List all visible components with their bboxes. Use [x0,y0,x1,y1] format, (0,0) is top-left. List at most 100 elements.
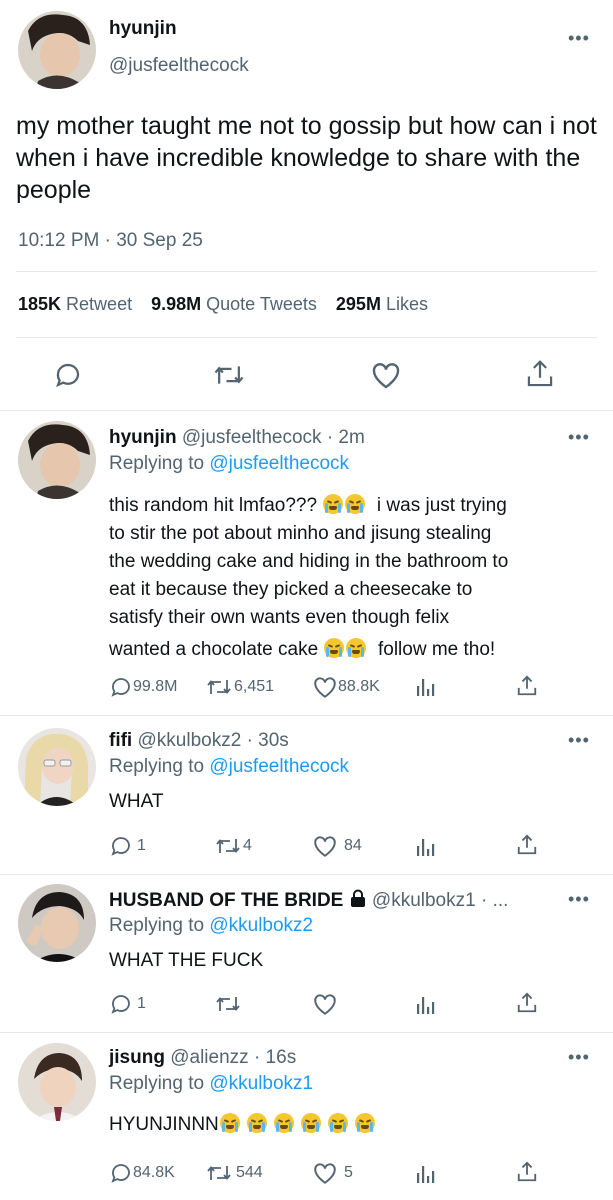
loudly-crying-face-icon [246,1113,267,1133]
heart-icon [314,836,336,857]
divider [16,337,597,338]
retweet-count: 544 [236,1164,263,1181]
replying-to-link[interactable]: @kkulbokz1 [209,1073,313,1094]
handle[interactable]: @alienzz [170,1047,248,1068]
handle[interactable]: @kkulbokz2 [138,730,242,751]
text-segment: wanted a chocolate cake [109,639,319,660]
replying-to-link[interactable]: @jusfeelthecock [209,453,349,474]
loudly-crying-face-icon [300,1113,321,1133]
more-icon[interactable]: ••• [568,731,590,749]
loudly-crying-face-icon [323,494,344,514]
reply-button[interactable]: 1 [109,992,146,1016]
avatar[interactable] [18,884,96,962]
avatar[interactable] [18,1043,96,1121]
display-name[interactable]: jisung [109,1047,165,1068]
text-segment: this random hit lmfao??? [109,495,318,516]
text-line: satisfy their own wants even though feli… [109,607,450,628]
likes-stat[interactable]: 295M Likes [336,294,428,314]
like-button[interactable]: 84 [312,834,362,858]
text-segment: HYUNJINNN [109,1114,219,1135]
like-button[interactable] [312,992,338,1016]
replying-label: Replying to [109,915,205,936]
retweet-button[interactable]: 6,451 [206,675,274,699]
share-icon[interactable] [525,358,555,390]
analytics-icon[interactable] [414,676,436,698]
reply-count: 1 [137,837,146,854]
reply-time[interactable]: · 30s [247,730,289,751]
retweet-button[interactable] [215,992,241,1016]
replying-to-link[interactable]: @jusfeelthecock [209,756,349,777]
text-line: to stir the pot about minho and jisung s… [109,523,492,544]
display-name[interactable]: fifi [109,730,132,751]
share-icon[interactable] [516,674,538,698]
handle[interactable]: @jusfeelthecock [182,427,322,448]
reply-icon [111,995,130,1014]
timestamp[interactable]: 10:12 PM · 30 Sep 25 [18,230,203,252]
text-segment: i was just trying [376,495,507,516]
like-button[interactable]: 5 [312,1161,353,1185]
text-line: eat it because they picked a cheesecake … [109,579,473,600]
retweet-count: 6,451 [234,678,275,695]
text-segment: follow me tho! [377,639,496,660]
reply-button[interactable]: 1 [109,834,146,858]
reply-button[interactable]: 84.8K [109,1161,175,1185]
retweet-icon [216,839,240,853]
analytics-icon[interactable] [414,836,436,858]
retweet-icon[interactable] [213,360,245,390]
retweet-icon [207,1166,231,1180]
retweets-stat[interactable]: 185K Retweet [18,294,132,314]
loudly-crying-face-icon [324,638,345,658]
reply-count: 99.8M [133,678,178,695]
heart-icon[interactable] [370,360,402,390]
handle[interactable]: @jusfeelthecock [109,55,249,77]
like-button[interactable]: 88.8K [312,675,380,699]
divider [0,715,613,716]
like-count: 88.8K [338,678,380,695]
loudly-crying-face-icon [345,494,366,514]
reply-count: 1 [137,995,146,1012]
avatar[interactable] [18,11,96,89]
analytics-icon[interactable] [414,1163,436,1185]
retweet-button[interactable]: 544 [206,1161,263,1185]
replying-to-link[interactable]: @kkulbokz2 [209,915,313,936]
like-count: 84 [344,837,362,854]
display-name[interactable]: HUSBAND OF THE BRIDE [109,890,343,911]
reply-button[interactable]: 99.8M [109,675,177,699]
more-icon[interactable]: ••• [568,890,590,908]
share-icon[interactable] [516,1160,538,1184]
display-name[interactable]: hyunjin [109,427,177,448]
retweet-icon [207,680,231,694]
share-icon[interactable] [516,833,538,857]
more-icon[interactable]: ••• [568,29,590,47]
reply-icon[interactable] [53,360,83,390]
loudly-crying-face-icon [354,1113,375,1133]
share-icon[interactable] [516,991,538,1015]
text-line: the wedding cake and hiding in the bathr… [109,551,509,572]
loudly-crying-face-icon [273,1113,294,1133]
tweet-text: WHAT THE FUCK [109,950,264,971]
replying-label: Replying to [109,1073,205,1094]
divider [16,271,597,272]
reply-time[interactable]: · 16s [254,1047,296,1068]
heart-icon [314,994,336,1015]
display-name[interactable]: hyunjin [109,18,177,40]
retweet-button[interactable]: 4 [215,834,252,858]
heart-icon [314,677,336,698]
more-icon[interactable]: ••• [568,428,590,446]
handle[interactable]: @kkulbokz1 [372,890,476,911]
avatar[interactable] [18,728,96,806]
loudly-crying-face-icon [327,1113,348,1133]
reply-icon [111,837,130,856]
quotes-label: Quote Tweets [206,294,317,314]
replying-label: Replying to [109,756,205,777]
quotes-count: 9.98M [151,294,202,314]
tweet-text: WHAT [109,791,164,812]
reply-time[interactable]: · 2m [327,427,365,448]
quotes-stat[interactable]: 9.98M Quote Tweets [151,294,317,314]
lock-icon [349,889,367,914]
divider [0,410,613,411]
reply-time[interactable]: · ... [481,890,508,911]
analytics-icon[interactable] [414,994,436,1016]
avatar[interactable] [18,421,96,499]
more-icon[interactable]: ••• [568,1048,590,1066]
